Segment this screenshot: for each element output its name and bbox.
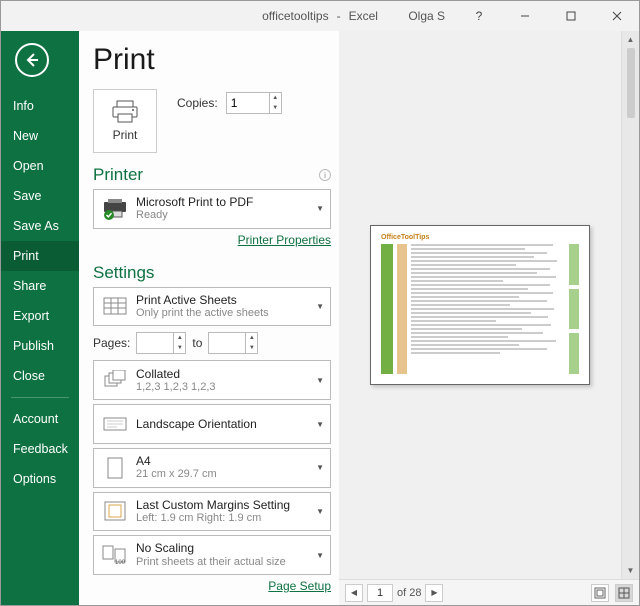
info-icon[interactable]: i [319, 169, 331, 181]
scroll-down-icon[interactable]: ▼ [627, 564, 635, 577]
chevron-down-icon: ▼ [316, 204, 324, 213]
printer-select[interactable]: Microsoft Print to PDF Ready ▼ [93, 189, 331, 229]
pages-from-spinner[interactable]: ▲▼ [136, 332, 186, 354]
copies-up[interactable]: ▲ [270, 93, 281, 103]
chevron-down-icon: ▼ [316, 376, 324, 385]
app-name: Excel [349, 9, 378, 23]
pages-label: Pages: [93, 336, 130, 350]
collate-select[interactable]: Collated 1,2,3 1,2,3 1,2,3 ▼ [93, 360, 331, 400]
printer-section-label: Printer i [93, 165, 331, 185]
scroll-up-icon[interactable]: ▲ [627, 33, 635, 46]
printer-name: Microsoft Print to PDF [136, 195, 312, 209]
printer-device-icon [100, 198, 130, 220]
settings-section-label: Settings [93, 263, 331, 283]
sidebar-item-saveas[interactable]: Save As [1, 211, 79, 241]
sidebar-item-publish[interactable]: Publish [1, 331, 79, 361]
zoom-to-page-button[interactable] [615, 584, 633, 602]
pages-to-label: to [192, 336, 202, 350]
preview-footer: ◀ 1 of 28 ▶ [339, 579, 639, 605]
sidebar-item-close[interactable]: Close [1, 361, 79, 391]
printer-status: Ready [136, 209, 312, 222]
titlebar: officetooltips Excel Olga S ? [1, 1, 639, 31]
pages-row: Pages: ▲▼ to ▲▼ [93, 332, 331, 354]
page-setup-link[interactable]: Page Setup [268, 579, 331, 593]
back-button[interactable] [15, 43, 49, 77]
page-title: Print [93, 43, 331, 77]
copies-label: Copies: [177, 96, 218, 110]
chevron-down-icon: ▼ [316, 420, 324, 429]
paper-icon [100, 457, 130, 479]
printer-icon [111, 100, 139, 124]
preview-page: OfficeToolTips [370, 225, 590, 385]
margins-select[interactable]: Last Custom Margins Setting Left: 1.9 cm… [93, 492, 331, 532]
chevron-down-icon: ▼ [316, 302, 324, 311]
margins-icon [100, 501, 130, 521]
sidebar-item-info[interactable]: Info [1, 91, 79, 121]
sheets-icon [100, 297, 130, 317]
print-button[interactable]: Print [93, 89, 157, 153]
preview-page-number[interactable]: 1 [367, 584, 393, 602]
username: Olga S [404, 9, 455, 23]
show-margins-button[interactable] [591, 584, 609, 602]
sidebar-item-options[interactable]: Options [1, 464, 79, 494]
print-what-select[interactable]: Print Active Sheets Only print the activ… [93, 287, 331, 327]
scroll-thumb[interactable] [627, 48, 635, 118]
chevron-down-icon: ▼ [316, 463, 324, 472]
copies-spinner[interactable]: ▲ ▼ [226, 92, 282, 114]
landscape-icon [100, 415, 130, 433]
copies-down[interactable]: ▼ [270, 103, 281, 113]
minimize-button[interactable] [503, 1, 547, 31]
preview-doc-title: OfficeToolTips [381, 234, 579, 241]
close-button[interactable] [595, 1, 639, 31]
pages-to-spinner[interactable]: ▲▼ [208, 332, 258, 354]
prev-page-button[interactable]: ◀ [345, 584, 363, 602]
sidebar-item-export[interactable]: Export [1, 301, 79, 331]
sidebar-item-new[interactable]: New [1, 121, 79, 151]
print-controls: Print Print Copies: [79, 31, 339, 605]
preview-page-total: of 28 [397, 587, 421, 599]
scaling-icon: 100 [100, 545, 130, 565]
svg-text:100: 100 [115, 560, 126, 565]
paper-select[interactable]: A4 21 cm x 29.7 cm ▼ [93, 448, 331, 488]
next-page-button[interactable]: ▶ [425, 584, 443, 602]
scaling-select[interactable]: 100 No Scaling Print sheets at their act… [93, 535, 331, 575]
help-button[interactable]: ? [457, 1, 501, 31]
pages-to-input[interactable] [209, 333, 245, 353]
printer-properties-link[interactable]: Printer Properties [238, 233, 331, 247]
arrow-left-icon [24, 52, 40, 68]
copies-input[interactable] [227, 93, 269, 113]
sidebar-item-share[interactable]: Share [1, 271, 79, 301]
sidebar-item-save[interactable]: Save [1, 181, 79, 211]
chevron-down-icon: ▼ [316, 507, 324, 516]
print-preview: OfficeToolTips [339, 31, 639, 605]
preview-scrollbar[interactable]: ▲ ▼ [621, 31, 639, 579]
doc-name: officetooltips [262, 9, 329, 23]
orientation-select[interactable]: Landscape Orientation ▼ [93, 404, 331, 444]
window-title: officetooltips Excel [262, 9, 378, 23]
maximize-button[interactable] [549, 1, 593, 31]
window: officetooltips Excel Olga S ? Info New [0, 0, 640, 606]
collate-icon [100, 370, 130, 390]
backstage-sidebar: Info New Open Save Save As Print Share E… [1, 31, 79, 605]
sidebar-item-account[interactable]: Account [1, 404, 79, 434]
sidebar-item-feedback[interactable]: Feedback [1, 434, 79, 464]
pages-from-input[interactable] [137, 333, 173, 353]
sidebar-item-open[interactable]: Open [1, 151, 79, 181]
chevron-down-icon: ▼ [316, 551, 324, 560]
sidebar-item-print[interactable]: Print [1, 241, 79, 271]
